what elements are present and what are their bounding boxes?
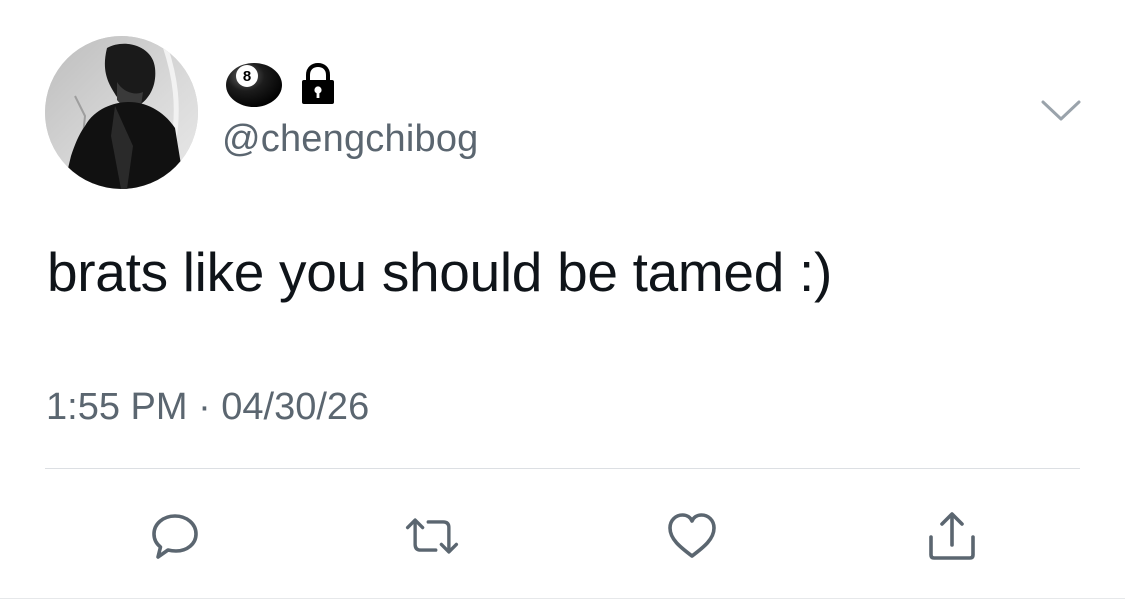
chevron-down-icon[interactable] bbox=[1040, 98, 1082, 124]
tweet-card: 8 @chengchibog brats like you should be … bbox=[0, 0, 1125, 601]
reply-button[interactable] bbox=[145, 506, 205, 566]
speech-bubble-icon bbox=[152, 514, 198, 559]
divider bbox=[45, 468, 1080, 469]
avatar-photo bbox=[45, 36, 198, 189]
bottom-divider bbox=[0, 598, 1125, 599]
user-handle[interactable]: @chengchibog bbox=[222, 118, 479, 161]
svg-text:8: 8 bbox=[243, 68, 251, 85]
eight-ball-icon: 8 bbox=[226, 63, 282, 107]
action-bar bbox=[0, 496, 1125, 576]
avatar[interactable] bbox=[45, 36, 198, 189]
display-name: 8 bbox=[224, 60, 340, 108]
share-upload-icon bbox=[929, 512, 975, 560]
like-button[interactable] bbox=[662, 506, 722, 566]
retweet-arrows-icon bbox=[405, 518, 459, 554]
tweet-timestamp[interactable]: 1:55 PM · 04/30/26 bbox=[46, 386, 369, 429]
heart-icon bbox=[668, 513, 716, 558]
share-button[interactable] bbox=[922, 506, 982, 566]
retweet-button[interactable] bbox=[402, 506, 462, 566]
tweet-text: brats like you should be tamed :) bbox=[47, 241, 832, 303]
lock-icon bbox=[302, 62, 334, 104]
